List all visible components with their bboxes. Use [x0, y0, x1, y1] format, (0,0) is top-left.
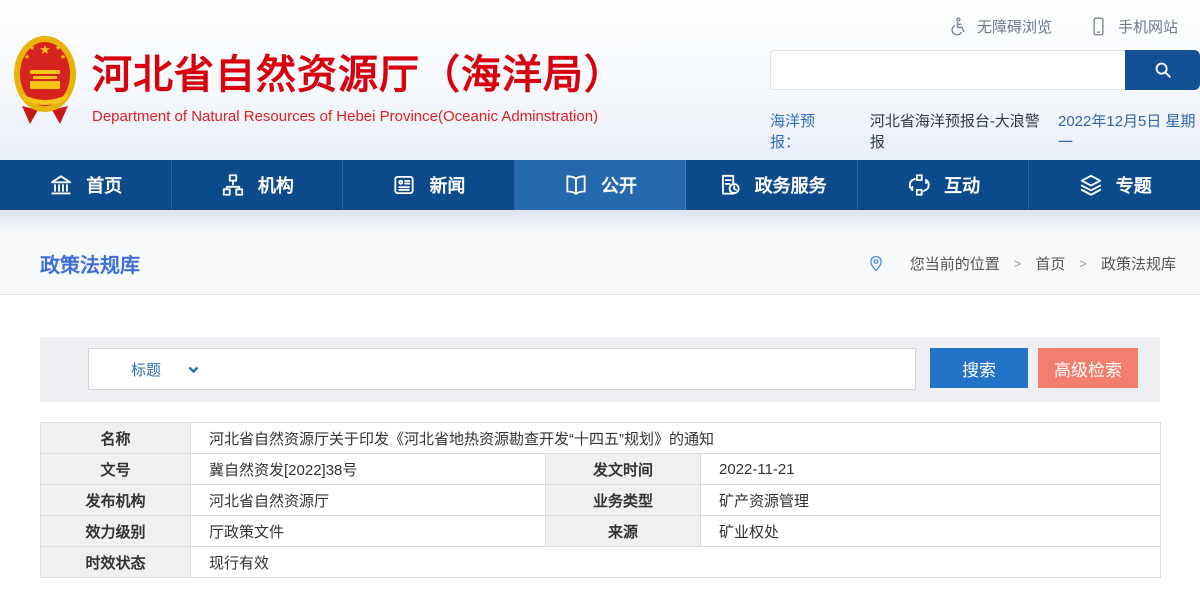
location-pin-icon [866, 253, 886, 273]
mobile-site-label: 手机网站 [1118, 16, 1178, 37]
brand-text: 河北省自然资源厅（海洋局） Department of Natural Reso… [92, 32, 625, 125]
table-row: 文号 冀自然资发[2022]38号 发文时间 2022-11-21 [41, 454, 1161, 485]
wheelchair-icon [947, 16, 968, 37]
home-icon [48, 172, 74, 198]
ocean-forecast-link[interactable]: 河北省海洋预报台-大浪警报 [870, 110, 1042, 152]
table-row: 名称 河北省自然资源厅关于印发《河北省地热资源勘查开发“十四五”规划》的通知 [41, 423, 1161, 454]
breadcrumb-row: 政策法规库 您当前的位置 > 首页 > 政策法规库 [0, 232, 1200, 295]
search-button[interactable]: 搜索 [930, 348, 1028, 388]
issuer-label-cell: 发布机构 [41, 485, 191, 516]
nav-label: 公开 [601, 172, 637, 198]
status-value-cell: 现行有效 [191, 547, 1161, 578]
docnum-label-cell: 文号 [41, 454, 191, 485]
topics-layers-icon [1078, 172, 1104, 198]
chevron-down-icon [187, 363, 200, 376]
breadcrumb: 您当前的位置 > 首页 > 政策法规库 [866, 253, 1176, 274]
nav-item-org[interactable]: 机构 [172, 160, 344, 210]
nav-item-home[interactable]: 首页 [0, 160, 172, 210]
policy-keyword-input[interactable] [200, 349, 915, 389]
date-label-cell: 发文时间 [546, 454, 701, 485]
ocean-forecast-bar: 海洋预报： 河北省海洋预报台-大浪警报 2022年12月5日 星期一 [770, 110, 1200, 152]
policy-search-panel: 标题 搜索 高级检索 [40, 337, 1160, 402]
nav-label: 新闻 [429, 172, 465, 198]
source-label-cell: 来源 [546, 516, 701, 547]
nav-label: 机构 [258, 172, 294, 198]
nav-item-interact[interactable]: 互动 [858, 160, 1030, 210]
ocean-forecast-date: 2022年12月5日 星期一 [1058, 110, 1200, 152]
table-row: 时效状态 现行有效 [41, 547, 1161, 578]
docnum-value-cell: 冀自然资发[2022]38号 [191, 454, 546, 485]
site-header: 无障碍浏览 手机网站 ★ ★ ★ ★ ★ [0, 0, 1200, 160]
issuer-value-cell: 河北省自然资源厅 [191, 485, 546, 516]
status-label-cell: 时效状态 [41, 547, 191, 578]
svg-text:★: ★ [29, 44, 35, 52]
site-search-button[interactable] [1125, 50, 1200, 90]
name-value-cell: 河北省自然资源厅关于印发《河北省地热资源勘查开发“十四五”规划》的通知 [191, 423, 1161, 454]
news-icon [391, 172, 417, 198]
interact-icon [906, 172, 932, 198]
nav-label: 首页 [86, 172, 122, 198]
gov-service-icon [717, 172, 743, 198]
nav-label: 互动 [944, 172, 980, 198]
page-title: 政策法规库 [40, 249, 140, 278]
site-title: 河北省自然资源厅（海洋局） [92, 42, 625, 100]
policy-detail-table: 名称 河北省自然资源厅关于印发《河北省地热资源勘查开发“十四五”规划》的通知 文… [40, 422, 1161, 578]
main-nav: 首页 机构 新闻 公开 [0, 160, 1200, 210]
main-content: 标题 搜索 高级检索 名称 河北省自然资源厅关于印发《河北省地热资源勘查开发“十… [0, 295, 1200, 598]
ocean-forecast-label: 海洋预报： [770, 110, 840, 152]
svg-text:★: ★ [60, 53, 66, 61]
breadcrumb-separator: > [1014, 256, 1022, 271]
level-label-cell: 效力级别 [41, 516, 191, 547]
svg-text:★: ★ [55, 44, 61, 52]
biztype-label-cell: 业务类型 [546, 485, 701, 516]
open-book-icon [563, 172, 589, 198]
mobile-phone-icon [1088, 16, 1109, 37]
site-subtitle-english: Department of Natural Resources of Hebei… [92, 108, 625, 125]
svg-text:★: ★ [39, 42, 51, 57]
level-value-cell: 厅政策文件 [191, 516, 546, 547]
brand: ★ ★ ★ ★ ★ 河北省自然资源厅（海洋局） Department of Na… [10, 32, 625, 132]
name-label-cell: 名称 [41, 423, 191, 454]
site-search-input[interactable] [770, 50, 1125, 90]
table-row: 效力级别 厅政策文件 来源 矿业权处 [41, 516, 1161, 547]
table-row: 发布机构 河北省自然资源厅 业务类型 矿产资源管理 [41, 485, 1161, 516]
search-icon [1152, 59, 1174, 81]
nav-item-news[interactable]: 新闻 [343, 160, 515, 210]
accessibility-link[interactable]: 无障碍浏览 [947, 16, 1052, 37]
search-field-selector[interactable]: 标题 [89, 359, 200, 380]
breadcrumb-separator: > [1079, 256, 1087, 271]
nav-item-public-disclosure[interactable]: 公开 [515, 160, 687, 210]
breadcrumb-item-current[interactable]: 政策法规库 [1101, 253, 1176, 274]
national-emblem-logo: ★ ★ ★ ★ ★ [10, 32, 80, 132]
page: 无障碍浏览 手机网站 ★ ★ ★ ★ ★ [0, 0, 1200, 598]
advanced-search-button[interactable]: 高级检索 [1038, 348, 1138, 388]
nav-label: 政务服务 [755, 172, 827, 198]
divider-band [0, 210, 1200, 232]
site-search [770, 50, 1200, 90]
org-icon [220, 172, 246, 198]
breadcrumb-item-home[interactable]: 首页 [1035, 253, 1065, 274]
date-value-cell: 2022-11-21 [701, 454, 1161, 485]
biztype-value-cell: 矿产资源管理 [701, 485, 1161, 516]
accessibility-label: 无障碍浏览 [977, 16, 1052, 37]
nav-label: 专题 [1116, 172, 1152, 198]
source-value-cell: 矿业权处 [701, 516, 1161, 547]
nav-item-topics[interactable]: 专题 [1029, 160, 1200, 210]
svg-text:★: ★ [24, 53, 30, 61]
mobile-site-link[interactable]: 手机网站 [1088, 16, 1178, 37]
top-utility-links: 无障碍浏览 手机网站 [947, 16, 1178, 37]
policy-search-box: 标题 [88, 348, 916, 390]
nav-item-gov-services[interactable]: 政务服务 [686, 160, 858, 210]
search-field-selected: 标题 [131, 359, 161, 380]
breadcrumb-location-label: 您当前的位置 [910, 253, 1000, 274]
